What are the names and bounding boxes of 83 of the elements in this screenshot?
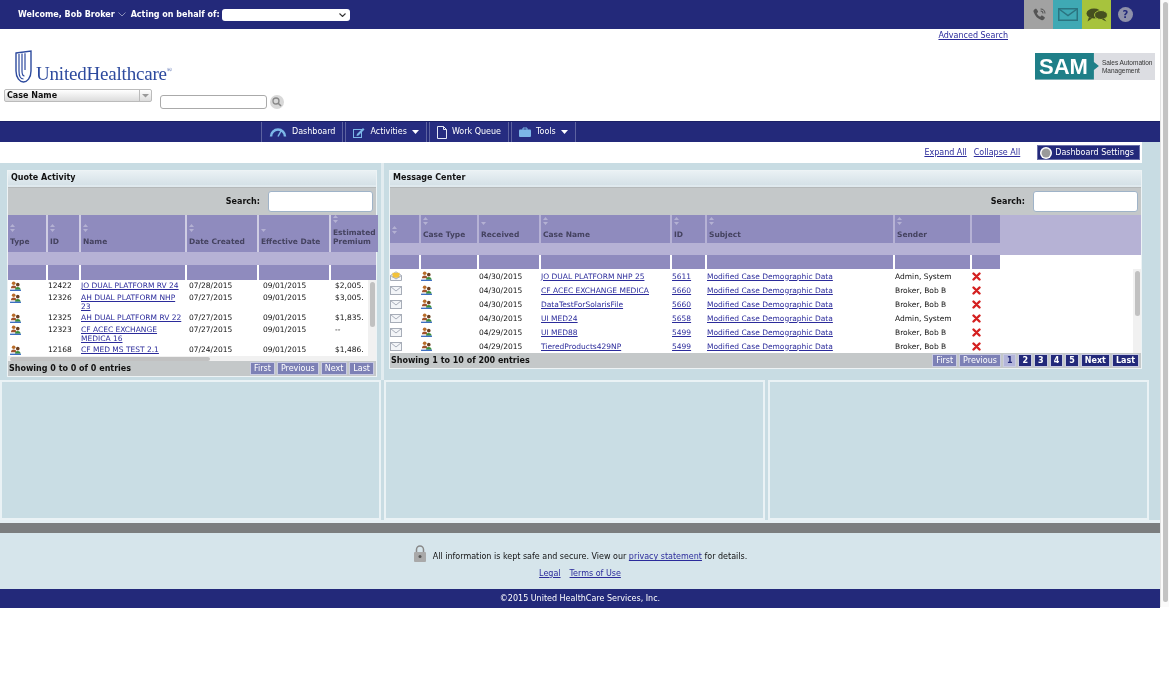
user-menu[interactable]: Welcome, Bob Broker bbox=[18, 9, 126, 20]
search-label: Search: bbox=[225, 196, 260, 207]
filter-cell bbox=[421, 255, 477, 269]
dropdown-arrow-icon bbox=[139, 90, 151, 101]
people-group-icon bbox=[421, 313, 432, 323]
behalf-label: Acting on behalf of: bbox=[130, 9, 220, 20]
delete-icon[interactable] bbox=[972, 341, 981, 351]
people-group-icon bbox=[421, 285, 432, 295]
pager-button[interactable]: 2 bbox=[1018, 354, 1033, 367]
pager-button[interactable]: Last bbox=[1111, 354, 1139, 367]
filter-cell bbox=[479, 255, 539, 269]
security-notice: All information is kept safe and secure. View our privacy statement for details. bbox=[432, 552, 748, 562]
nav-tab[interactable]: Work Queue bbox=[428, 122, 509, 142]
filter-cell bbox=[187, 265, 257, 280]
delete-icon[interactable] bbox=[972, 313, 981, 323]
filter-cell bbox=[48, 265, 79, 280]
behalf-select[interactable] bbox=[221, 8, 350, 21]
people-group-icon bbox=[10, 325, 21, 335]
chevron-down-icon bbox=[117, 12, 126, 17]
delete-icon[interactable] bbox=[972, 299, 981, 309]
footer-link[interactable]: Legal bbox=[539, 569, 561, 579]
search-field[interactable] bbox=[268, 191, 373, 212]
chat-button[interactable] bbox=[1082, 0, 1111, 29]
chevron-down-icon bbox=[338, 12, 346, 17]
people-group-icon bbox=[10, 281, 21, 291]
edit-icon bbox=[353, 126, 366, 138]
panel-title: Quote Activity bbox=[8, 171, 376, 185]
dashboard-settings-button[interactable]: Dashboard Settings bbox=[1037, 145, 1140, 160]
vertical-scrollbar[interactable] bbox=[368, 280, 376, 356]
toolbar-link[interactable]: Collapse All bbox=[973, 147, 1021, 158]
horizontal-scrollbar[interactable] bbox=[8, 356, 376, 361]
logo-text: UnitedHealthcare$^{®}$ bbox=[36, 63, 172, 83]
delete-icon[interactable] bbox=[972, 285, 981, 295]
people-group-icon bbox=[421, 327, 432, 337]
filter-cell bbox=[672, 255, 705, 269]
mail-button[interactable] bbox=[1053, 0, 1082, 29]
filter-cell bbox=[331, 265, 376, 280]
panel-title: Message Center bbox=[390, 171, 1141, 185]
delete-icon[interactable] bbox=[972, 327, 981, 337]
filter-cell bbox=[8, 265, 46, 280]
nav-tab[interactable]: Activities bbox=[345, 122, 427, 142]
shield-logo-icon bbox=[15, 49, 32, 83]
entries-info: Showing 1 to 10 of 200 entries bbox=[391, 355, 530, 366]
filter-cell bbox=[390, 255, 419, 269]
people-group-icon bbox=[10, 345, 21, 355]
search-type-select[interactable]: Case Name bbox=[4, 89, 152, 102]
advanced-search-link[interactable]: Advanced Search bbox=[938, 31, 1008, 41]
search-field[interactable] bbox=[160, 95, 267, 109]
people-group-icon bbox=[421, 299, 432, 309]
briefcase-icon bbox=[519, 127, 531, 137]
pager-button[interactable]: 4 bbox=[1049, 354, 1064, 367]
nav-tab[interactable]: Dashboard bbox=[261, 122, 344, 142]
filter-cell bbox=[972, 255, 1000, 269]
lock-icon bbox=[412, 545, 427, 562]
copyright-text: ©2015 United HealthCare Services, Inc. bbox=[499, 593, 661, 604]
vertical-scrollbar[interactable] bbox=[1133, 269, 1141, 353]
chat-icon bbox=[1085, 7, 1108, 22]
toolbar-link[interactable]: Expand All bbox=[924, 147, 967, 158]
pager-button[interactable]: 1 bbox=[1002, 354, 1017, 367]
logo-title: SAM bbox=[1035, 52, 1099, 80]
envelope-icon bbox=[1057, 8, 1078, 21]
caret-icon bbox=[411, 130, 419, 134]
pager-button[interactable]: 5 bbox=[1065, 354, 1079, 367]
pager-button[interactable]: Next bbox=[1080, 354, 1110, 367]
people-group-icon bbox=[10, 313, 21, 323]
people-group-icon bbox=[10, 293, 21, 303]
people-group-icon bbox=[421, 271, 432, 281]
people-group-icon bbox=[421, 341, 432, 351]
document-icon bbox=[436, 125, 447, 139]
search-label: Search: bbox=[990, 196, 1025, 207]
pager-button[interactable]: 3 bbox=[1034, 354, 1048, 367]
disc-icon bbox=[1040, 146, 1053, 159]
privacy-link[interactable]: privacy statement bbox=[628, 552, 702, 562]
filter-cell bbox=[259, 265, 329, 280]
search-field[interactable] bbox=[1033, 191, 1138, 212]
phone-button[interactable] bbox=[1024, 0, 1053, 29]
delete-icon[interactable] bbox=[972, 271, 981, 281]
entries-info: Showing 0 to 0 of 0 entries bbox=[9, 363, 132, 374]
caret-icon bbox=[560, 130, 568, 134]
search-icon[interactable] bbox=[270, 95, 284, 109]
footer-link[interactable]: Terms of Use bbox=[569, 569, 621, 579]
nav-tab[interactable]: Tools bbox=[511, 122, 576, 142]
gauge-icon bbox=[269, 127, 287, 137]
